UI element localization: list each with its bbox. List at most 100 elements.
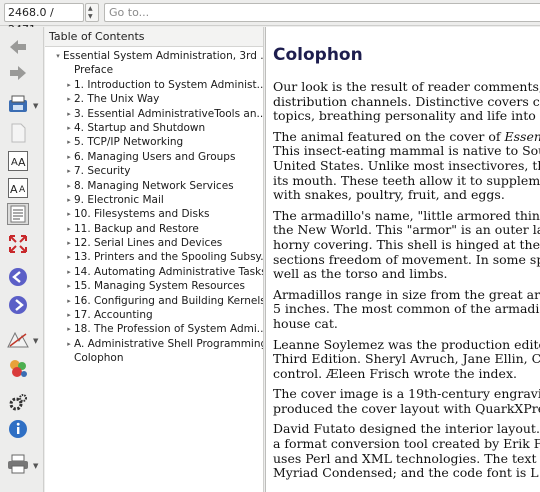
page-icon[interactable] xyxy=(6,121,30,145)
save-disk-icon[interactable] xyxy=(6,92,30,116)
toc-item[interactable]: ▸ 9. Electronic Mail xyxy=(45,193,263,207)
text-line: the New World. This "armor" is an outer … xyxy=(273,222,540,238)
text-line: distribution channels. Distinctive cover… xyxy=(273,93,540,109)
forward-arrow-icon[interactable] xyxy=(6,61,30,85)
toc-item-label: 6. Managing Users and Groups xyxy=(74,150,236,163)
toc-item[interactable]: ▸ 7. Security xyxy=(45,164,263,178)
page-title: Colophon xyxy=(273,45,363,65)
spinner-up-icon[interactable]: ▲ xyxy=(88,6,93,12)
toc-item-label: 3. Essential AdministrativeTools an... xyxy=(74,107,263,120)
collapsed-arrow-icon[interactable]: ▸ xyxy=(64,107,74,121)
table-of-contents-panel: Table of Contents ▾ Essential System Admi… xyxy=(45,27,264,492)
toc-item-label: 15. Managing System Resources xyxy=(74,280,245,293)
p2-start: The animal featured on the cover of xyxy=(273,128,505,144)
fullscreen-icon[interactable] xyxy=(6,232,30,256)
toc-item-label: Preface xyxy=(74,64,114,77)
toc-item[interactable]: Colophon xyxy=(45,351,263,365)
toc-item-label: 4. Startup and Shutdown xyxy=(74,121,206,134)
text-line: its mouth. These teeth allow it to suppl… xyxy=(273,172,540,188)
toc-item[interactable]: ▸ 6. Managing Users and Groups xyxy=(45,150,263,164)
collapsed-arrow-icon[interactable]: ▸ xyxy=(64,121,74,135)
collapsed-arrow-icon[interactable]: ▸ xyxy=(64,322,74,336)
goto-input[interactable]: Go to... xyxy=(104,3,540,22)
highlight-dropdown-icon[interactable]: ▼ xyxy=(33,337,38,345)
back-arrow-icon[interactable] xyxy=(6,35,30,59)
toc-item[interactable]: ▸ 4. Startup and Shutdown xyxy=(45,121,263,135)
text-line: with snakes, poultry, fruit, and eggs. xyxy=(273,187,505,203)
toc-item[interactable]: ▸ 13. Printers and the Spooling Subsy... xyxy=(45,250,263,264)
toc-item[interactable]: ▸ 5. TCP/IP Networking xyxy=(45,135,263,149)
toc-item[interactable]: ▸ 15. Managing System Resources xyxy=(45,279,263,293)
toc-root-item[interactable]: ▾ Essential System Administration, 3rd ..… xyxy=(45,49,263,63)
toc-item[interactable]: ▸ A. Administrative Shell Programming xyxy=(45,337,263,351)
toc-list: ▾ Essential System Administration, 3rd ..… xyxy=(45,47,263,366)
collapsed-arrow-icon[interactable]: ▸ xyxy=(64,294,74,308)
toc-item[interactable]: ▸ 14. Automating Administrative Tasks xyxy=(45,265,263,279)
paragraph-7: David Futato designed the interior layou… xyxy=(273,422,540,480)
printer-icon[interactable] xyxy=(6,452,30,476)
text-line: Armadillos range in size from the great … xyxy=(273,286,540,302)
highlight-icon[interactable] xyxy=(6,327,30,351)
toc-item-label: 18. The Profession of System Admi... xyxy=(74,323,263,336)
collapsed-arrow-icon[interactable]: ▸ xyxy=(64,150,74,164)
paragraph-5: Leanne Soylemez was the production edito… xyxy=(273,336,540,382)
next-page-icon[interactable] xyxy=(6,293,30,317)
toc-item[interactable]: ▸ 1. Introduction to System Administ... xyxy=(45,78,263,92)
toc-item-label: 2. The Unix Way xyxy=(74,93,160,106)
toc-item[interactable]: ▸ 2. The Unix Way xyxy=(45,92,263,106)
collapsed-arrow-icon[interactable]: ▸ xyxy=(64,236,74,250)
text-line: house cat. xyxy=(273,315,338,331)
collapsed-arrow-icon[interactable]: ▸ xyxy=(64,193,74,207)
toc-item[interactable]: ▸ 12. Serial Lines and Devices xyxy=(45,236,263,250)
toc-item[interactable]: ▸ 11. Backup and Restore xyxy=(45,222,263,236)
toc-header[interactable]: Table of Contents xyxy=(45,27,263,47)
side-toolbar: ▼ AA AA ▼ ▼ xyxy=(0,27,44,492)
collapsed-arrow-icon[interactable]: ▸ xyxy=(64,207,74,221)
document-view[interactable]: Colophon Our look is the result of reade… xyxy=(265,27,540,492)
text-view-icon[interactable] xyxy=(6,202,30,226)
collapsed-arrow-icon[interactable]: ▸ xyxy=(64,337,74,351)
collapsed-arrow-icon[interactable]: ▸ xyxy=(64,179,74,193)
collapsed-arrow-icon[interactable]: ▸ xyxy=(64,135,74,149)
info-icon[interactable] xyxy=(6,417,30,441)
toc-item[interactable]: ▸ 16. Configuring and Building Kernels xyxy=(45,294,263,308)
text-line: Myriad Condensed; and the code font is L xyxy=(273,465,539,481)
collapsed-arrow-icon[interactable]: ▸ xyxy=(64,92,74,106)
toc-item-label: 9. Electronic Mail xyxy=(74,193,164,206)
toc-item[interactable]: ▸ 3. Essential AdministrativeTools an... xyxy=(45,107,263,121)
text-line: horny covering. This shell is hinged at … xyxy=(273,236,540,252)
toc-item[interactable]: ▸ 18. The Profession of System Admi... xyxy=(45,322,263,336)
text-line: Leanne Soylemez was the production edito xyxy=(273,336,540,352)
toc-item[interactable]: Preface xyxy=(45,63,263,77)
toc-item[interactable]: ▸ 17. Accounting xyxy=(45,308,263,322)
text-line: United States. Unlike most insectivores,… xyxy=(273,157,540,173)
collapsed-arrow-icon[interactable]: ▸ xyxy=(64,265,74,279)
colors-icon[interactable] xyxy=(6,356,30,380)
font-smaller-icon[interactable]: AA xyxy=(6,176,30,200)
text-line: Our look is the result of reader comment… xyxy=(273,79,540,94)
text-line: well as the torso and limbs. xyxy=(273,266,448,282)
page-number-field[interactable]: 2468.0 / 2471 xyxy=(4,3,84,36)
svg-text:A: A xyxy=(10,183,18,196)
toc-item-label: Essential System Administration, 3rd ... xyxy=(63,50,263,62)
expanded-arrow-icon[interactable]: ▾ xyxy=(53,49,63,63)
collapsed-arrow-icon[interactable]: ▸ xyxy=(64,222,74,236)
collapsed-arrow-icon[interactable]: ▸ xyxy=(64,308,74,322)
page-spinner[interactable]: ▲ ▼ xyxy=(85,3,99,22)
toc-item[interactable]: ▸ 10. Filesystems and Disks xyxy=(45,207,263,221)
text-line: The cover image is a 19th-century engrav… xyxy=(273,386,540,402)
collapsed-arrow-icon[interactable]: ▸ xyxy=(64,250,74,264)
collapsed-arrow-icon[interactable]: ▸ xyxy=(64,279,74,293)
collapsed-arrow-icon[interactable]: ▸ xyxy=(64,78,74,92)
toc-item-label: 13. Printers and the Spooling Subsy... xyxy=(74,251,263,264)
previous-page-icon[interactable] xyxy=(6,265,30,289)
text-line: a format conversion tool created by Erik… xyxy=(273,436,540,452)
spinner-down-icon[interactable]: ▼ xyxy=(88,14,93,20)
font-larger-icon[interactable]: AA xyxy=(6,149,30,173)
toc-item[interactable]: ▸ 8. Managing Network Services xyxy=(45,179,263,193)
printer-dropdown-icon[interactable]: ▼ xyxy=(33,462,38,470)
settings-gear-icon[interactable] xyxy=(6,391,30,415)
paragraph-1: Our look is the result of reader comment… xyxy=(273,79,540,124)
save-dropdown-icon[interactable]: ▼ xyxy=(33,102,38,110)
collapsed-arrow-icon[interactable]: ▸ xyxy=(64,164,74,178)
